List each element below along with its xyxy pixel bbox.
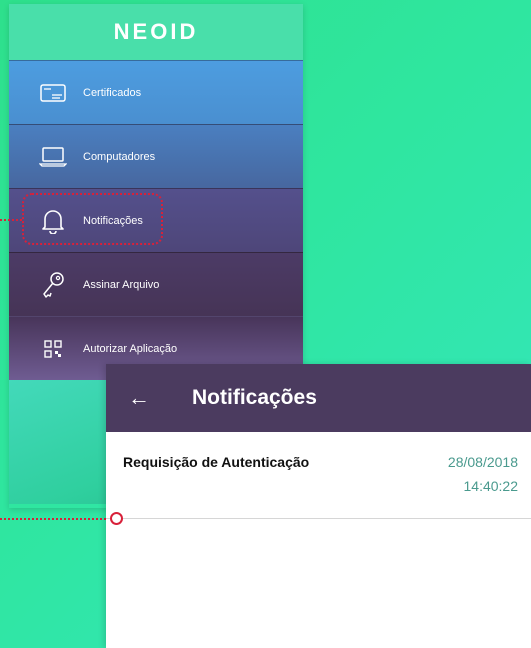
notification-date: 28/08/2018 [447,454,518,470]
menu-item-label: Assinar Arquivo [83,278,160,291]
qr-code-icon [37,333,69,365]
menu-item-computadores[interactable]: Computadores [9,124,303,188]
connector-endpoint [110,512,123,525]
laptop-icon [37,141,69,173]
notification-title: Requisição de Autenticação [123,454,310,470]
keys-icon [37,269,69,301]
menu-item-label: Computadores [83,150,156,163]
notification-item[interactable]: Requisição de Autenticação 28/08/2018 14… [106,432,531,519]
app-bar: ← Notificações [106,364,531,432]
page-title: Notificações [192,386,317,409]
neoid-logo: NEOID [113,19,199,44]
drawer-header: NEOID [9,4,303,60]
notification-time: 14:40:22 [463,478,519,494]
connector-line-bottom [0,518,110,520]
menu-item-assinar-arquivo[interactable]: Assinar Arquivo [9,252,303,316]
menu-item-label: Certificados [83,86,142,99]
menu-item-certificados[interactable]: Certificados [9,60,303,124]
menu-item-label: Autorizar Aplicação [83,342,178,355]
certificate-card-icon [37,77,69,109]
connector-line-top [0,219,22,221]
back-arrow-icon[interactable]: ← [128,385,158,411]
notifications-screen: ← Notificações Requisição de Autenticaçã… [106,364,531,648]
highlight-notificacoes [22,193,163,245]
